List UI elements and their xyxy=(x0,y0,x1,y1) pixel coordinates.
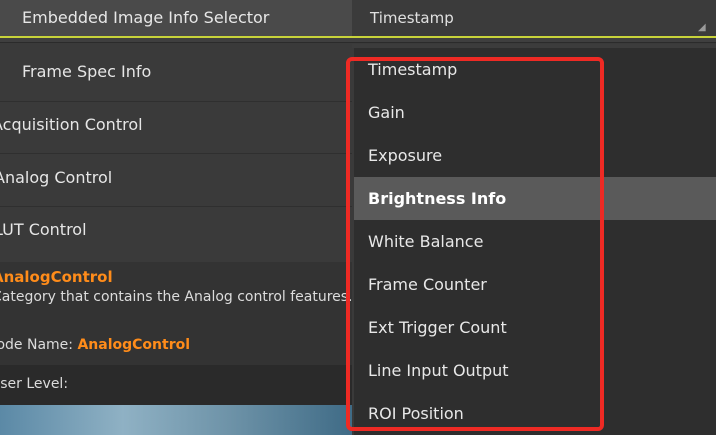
tree-item-acquisition-control[interactable]: Acquisition Control xyxy=(0,103,352,147)
combobox-corner-icon: ◢ xyxy=(698,22,706,33)
tree-item-analog-control[interactable]: Analog Control xyxy=(0,156,352,200)
embedded-image-info-selector-row[interactable]: Embedded Image Info Selector Timestamp ◢ xyxy=(0,0,716,43)
description-panel: AnalogControl Category that contains the… xyxy=(0,262,353,365)
node-name-label: Node Name: xyxy=(0,337,74,353)
user-level-label: User Level: xyxy=(0,376,69,392)
tree-divider xyxy=(0,101,352,102)
tree-item-lut-control[interactable]: LUT Control xyxy=(0,208,352,252)
tree-divider xyxy=(0,206,352,207)
description-text: Category that contains the Analog contro… xyxy=(0,289,353,305)
property-name-label: Embedded Image Info Selector xyxy=(22,8,270,27)
description-title: AnalogControl xyxy=(0,268,113,286)
property-value-combobox[interactable]: Timestamp ◢ xyxy=(352,0,716,38)
tree-item-frame-spec-info[interactable]: Frame Spec Info xyxy=(0,50,374,94)
camera-preview-image xyxy=(0,405,352,435)
red-highlight-annotation xyxy=(346,57,604,431)
tree-item-label: Analog Control xyxy=(0,168,113,187)
property-name-cell: Embedded Image Info Selector xyxy=(0,0,352,38)
node-name-row: Node Name: AnalogControl xyxy=(0,337,190,353)
node-name-value: AnalogControl xyxy=(77,337,191,353)
property-value-text: Timestamp xyxy=(370,9,454,27)
tree-item-label: Acquisition Control xyxy=(0,115,143,134)
tree-item-label: Frame Spec Info xyxy=(22,62,152,81)
tree-divider xyxy=(0,153,352,154)
user-level-row: User Level: xyxy=(0,365,352,405)
tree-item-label: LUT Control xyxy=(0,220,87,239)
